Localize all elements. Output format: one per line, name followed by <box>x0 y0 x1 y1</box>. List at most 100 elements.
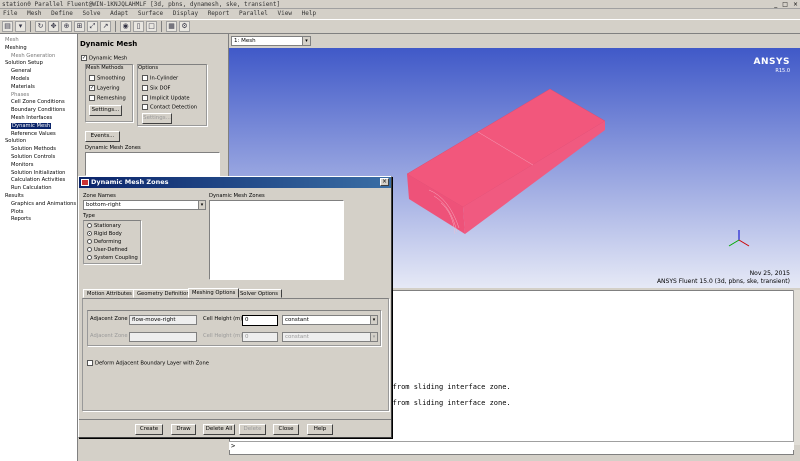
type-system-coupling-radio[interactable]: System Coupling <box>87 255 138 261</box>
tree-item-label: Plots <box>11 208 24 215</box>
checkbox-icon <box>142 104 148 110</box>
menu-mesh[interactable]: Mesh <box>27 10 41 17</box>
settings-icon[interactable]: ⚙ <box>179 21 190 32</box>
zoom-box-icon[interactable]: ⊞ <box>74 21 85 32</box>
close-button[interactable]: Close <box>273 424 299 435</box>
rotate-icon[interactable]: ↻ <box>35 21 46 32</box>
navigation-tree: Mesh Meshing Mesh Generation Solution Setup… <box>0 34 78 461</box>
menu-surface[interactable]: Surface <box>138 10 163 17</box>
dynamic-mesh-zones-list[interactable] <box>85 152 220 176</box>
window-icon[interactable]: □ <box>146 21 157 32</box>
type-rigid-body-radio[interactable]: Rigid Body <box>87 231 122 237</box>
probe-icon[interactable]: ↗ <box>100 21 111 32</box>
mesh-methods-settings-button[interactable]: Settings... <box>89 105 122 116</box>
options-settings-button[interactable]: Settings... <box>142 113 172 124</box>
pan-icon[interactable]: ✥ <box>48 21 59 32</box>
dialog-zones-list[interactable] <box>209 200 344 280</box>
tree-item[interactable]: Cell Zone Conditions <box>0 99 77 107</box>
tab-motion-attributes[interactable]: Motion Attributes <box>83 289 136 298</box>
camera-icon[interactable]: ◉ <box>120 21 131 32</box>
chevron-down-icon: ▾ <box>198 201 205 209</box>
implicit-update-checkbox[interactable]: Implicit Update <box>142 95 190 102</box>
tab-solver-options[interactable]: Solver Options <box>236 289 282 298</box>
tree-item[interactable]: Solution <box>0 138 77 146</box>
options-label: Options <box>138 65 159 71</box>
menu-display[interactable]: Display <box>173 10 198 17</box>
tree-item[interactable]: Solution Setup <box>0 60 77 68</box>
delete-button[interactable]: Delete <box>239 424 266 435</box>
smoothing-checkbox[interactable]: Smoothing <box>89 75 125 82</box>
menu-solve[interactable]: Solve <box>82 10 100 17</box>
dynamic-mesh-zones-label: Dynamic Mesh Zones <box>85 145 141 151</box>
tree-item[interactable]: Solution Controls <box>0 154 77 162</box>
tree-item[interactable]: General <box>0 68 77 76</box>
tree-item[interactable]: Reference Values <box>0 131 77 139</box>
tree-item[interactable]: Solution Methods <box>0 146 77 154</box>
zone-names-select[interactable]: bottom-right ▾ <box>83 200 206 210</box>
draw-button[interactable]: Draw <box>171 424 196 435</box>
in-cylinder-checkbox[interactable]: In-Cylinder <box>142 75 178 82</box>
menu-help[interactable]: Help <box>302 10 316 17</box>
layout-icon[interactable]: ▯ <box>133 21 144 32</box>
toolbar: ▤ ▾ ↻ ✥ ⊕ ⊞ ⤢ ↗ ◉ ▯ □ ▦ ⚙ <box>0 19 800 34</box>
tree-item[interactable]: Models <box>0 76 77 84</box>
close-window-button[interactable]: × <box>793 0 798 9</box>
save-icon[interactable]: ▾ <box>15 21 26 32</box>
layering-checkbox[interactable]: ✓ Layering <box>89 85 120 92</box>
tree-item[interactable]: Meshing <box>0 45 77 53</box>
type-user-defined-radio[interactable]: User-Defined <box>87 247 128 253</box>
create-button[interactable]: Create <box>135 424 163 435</box>
tree-item[interactable]: Plots <box>0 209 77 217</box>
tree-item[interactable]: Results <box>0 193 77 201</box>
console-scrollbar[interactable] <box>793 290 800 445</box>
checkbox-checked-icon: ✓ <box>81 55 87 61</box>
axes-icon[interactable]: ▦ <box>166 21 177 32</box>
tab-geometry-definition[interactable]: Geometry Definition <box>133 289 194 298</box>
type-deforming-radio[interactable]: Deforming <box>87 239 121 245</box>
radio-selected-icon <box>87 231 92 236</box>
open-icon[interactable]: ▤ <box>2 21 13 32</box>
tree-item[interactable]: Phases <box>0 92 77 100</box>
dynamic-mesh-checkbox[interactable]: ✓ Dynamic Mesh <box>81 55 127 62</box>
view-selector[interactable]: 1: Mesh ▾ <box>231 36 311 46</box>
type-stationary-radio[interactable]: Stationary <box>87 223 121 229</box>
remeshing-checkbox[interactable]: Remeshing <box>89 95 126 102</box>
tree-item[interactable]: Monitors <box>0 162 77 170</box>
menu-report[interactable]: Report <box>208 10 230 17</box>
fit-icon[interactable]: ⤢ <box>87 21 98 32</box>
tree-item[interactable]: Materials <box>0 84 77 92</box>
zoom-in-icon[interactable]: ⊕ <box>61 21 72 32</box>
delete-all-button[interactable]: Delete All <box>203 424 235 435</box>
dialog-close-button[interactable]: × <box>380 178 389 186</box>
tree-item[interactable]: Reports <box>0 216 77 224</box>
menu-view[interactable]: View <box>278 10 292 17</box>
checkbox-icon <box>142 95 148 101</box>
chevron-down-icon: ▾ <box>302 37 310 45</box>
events-button[interactable]: Events... <box>85 131 120 142</box>
menu-file[interactable]: File <box>3 10 17 17</box>
menu-parallel[interactable]: Parallel <box>239 10 268 17</box>
maximize-button[interactable]: □ <box>782 0 788 9</box>
menu-adapt[interactable]: Adapt <box>110 10 128 17</box>
tree-item[interactable]: Dynamic Mesh <box>0 122 77 131</box>
tree-item[interactable]: Mesh Interfaces <box>0 115 77 123</box>
tree-item[interactable]: Mesh Generation <box>0 53 77 61</box>
tree-item-label: Solution Methods <box>11 146 56 153</box>
dialog-divider <box>79 419 391 420</box>
tree-item[interactable]: Run Calculation <box>0 185 77 193</box>
zone-names-label: Zone Names <box>83 193 116 199</box>
minimize-button[interactable]: _ <box>774 0 777 9</box>
menu-define[interactable]: Define <box>51 10 73 17</box>
dialog-title: Dynamic Mesh Zones <box>79 177 391 188</box>
contact-detection-checkbox[interactable]: Contact Detection <box>142 104 197 111</box>
tree-item[interactable]: Mesh <box>0 37 77 45</box>
tree-item[interactable]: Boundary Conditions <box>0 107 77 115</box>
tree-item-label: Models <box>11 75 30 82</box>
tree-item[interactable]: Solution Initialization <box>0 170 77 178</box>
console-prompt[interactable]: > <box>229 441 794 450</box>
tab-meshing-options[interactable]: Meshing Options <box>188 288 240 298</box>
tree-item[interactable]: Graphics and Animations <box>0 201 77 209</box>
tree-item[interactable]: Calculation Activities <box>0 177 77 185</box>
help-button[interactable]: Help <box>307 424 333 435</box>
six-dof-checkbox[interactable]: Six DOF <box>142 85 171 92</box>
